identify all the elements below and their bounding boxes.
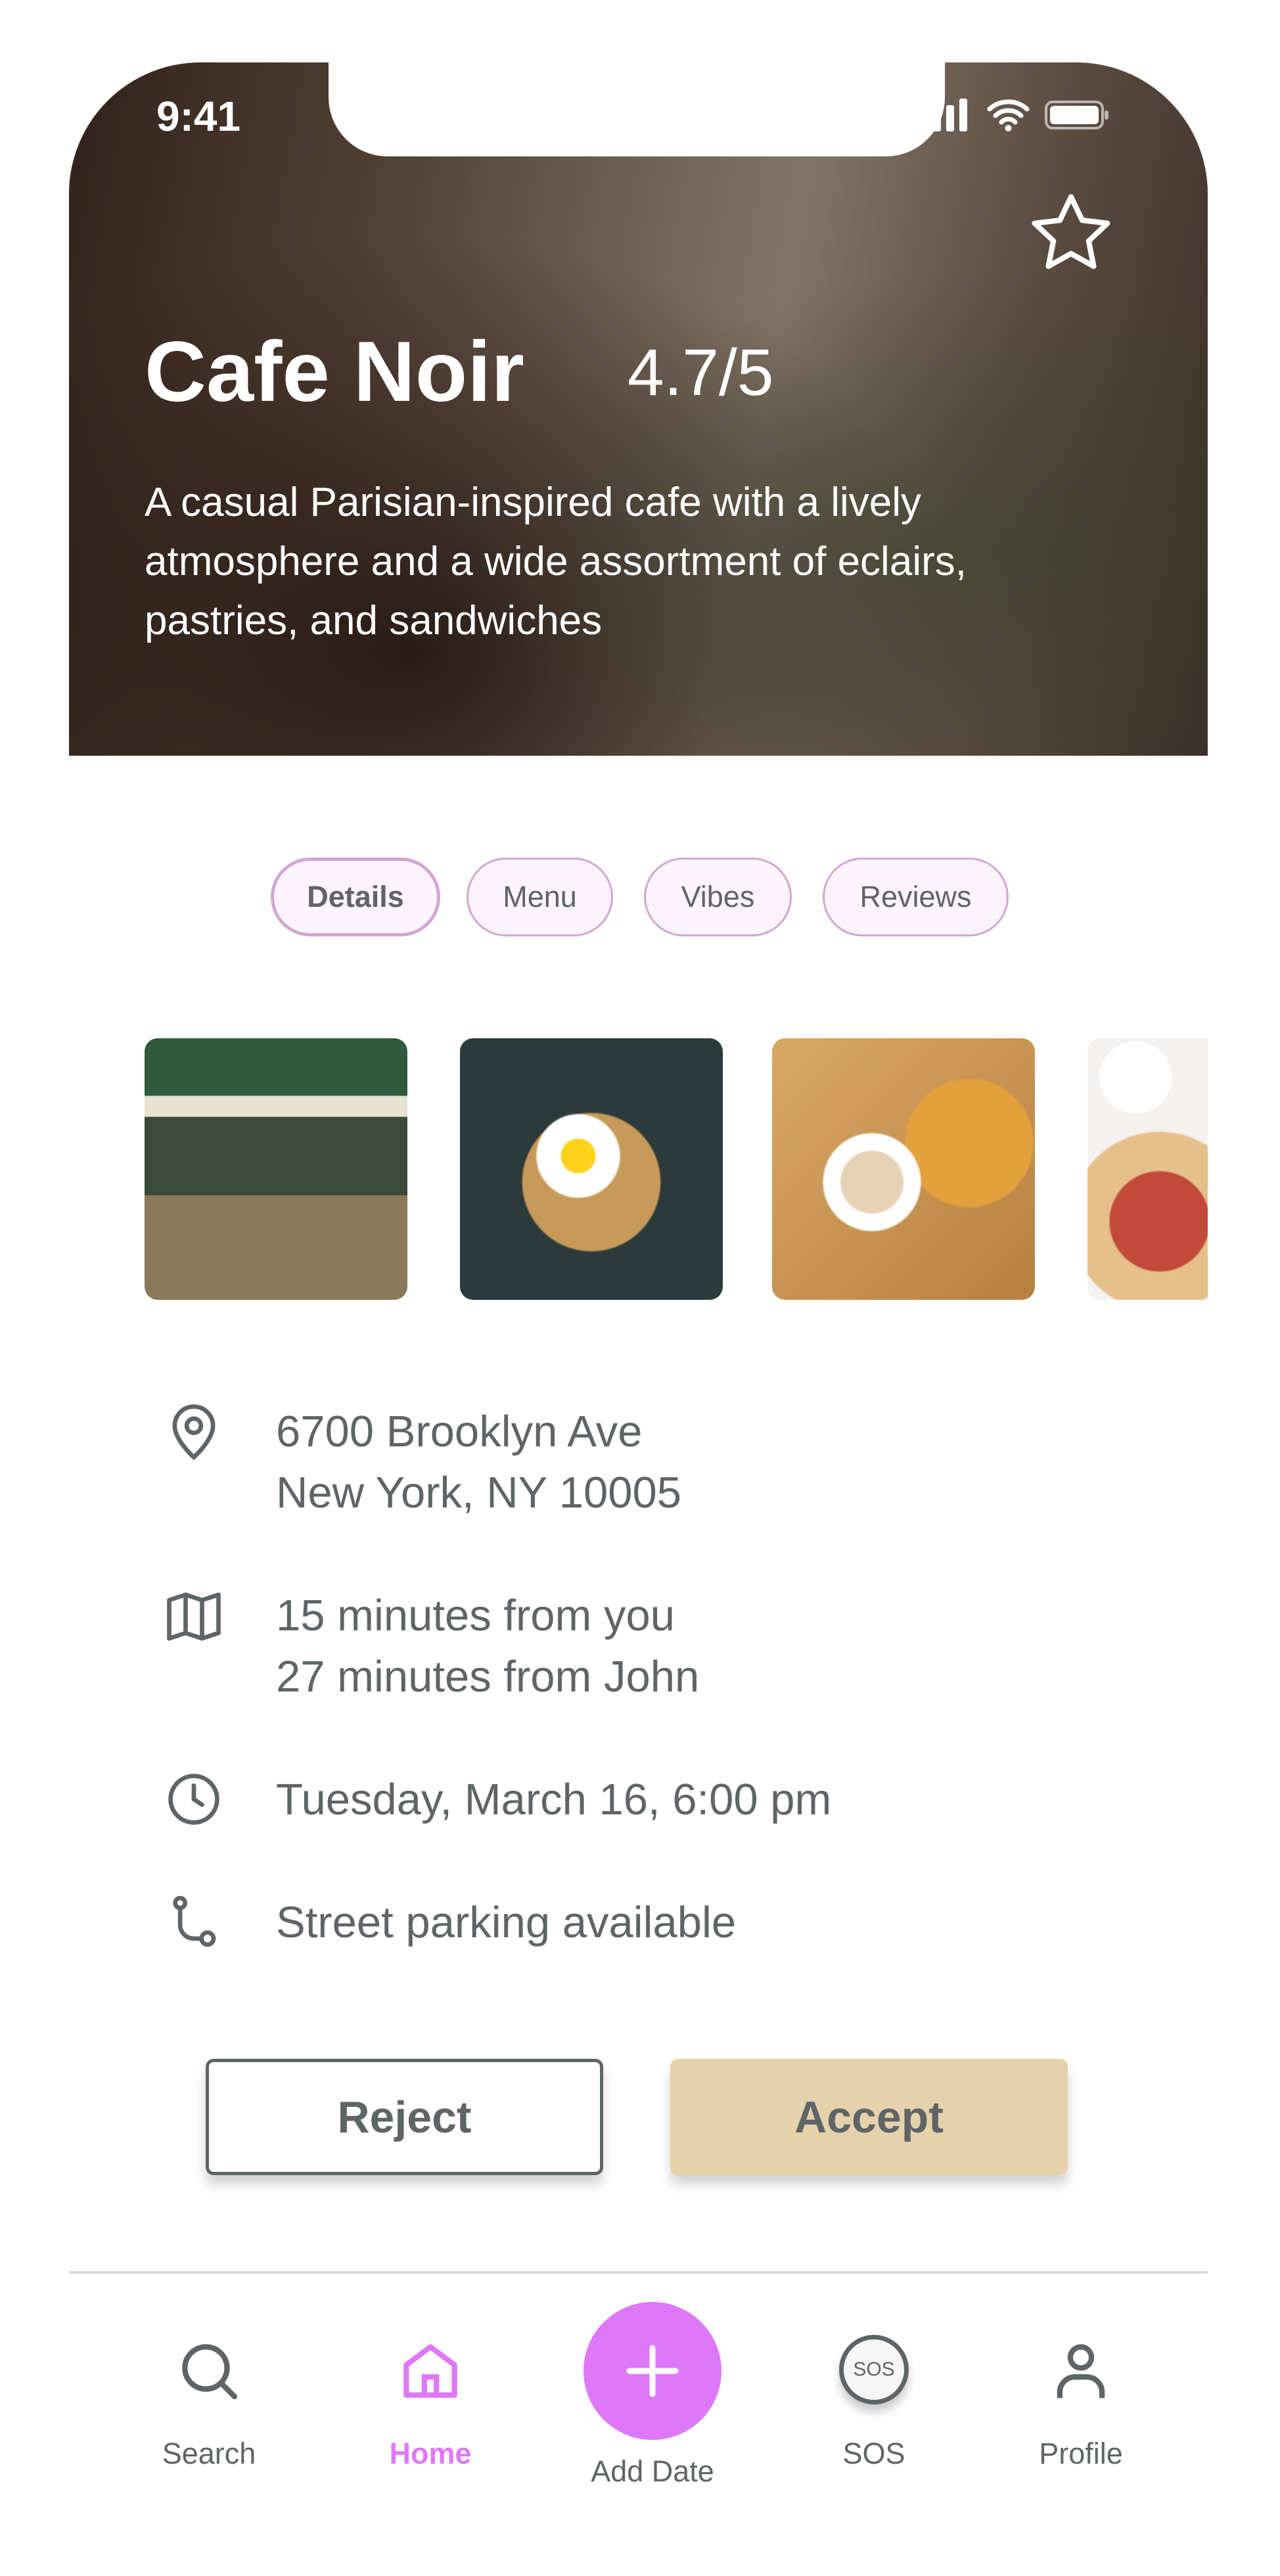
tab-menu[interactable]: Menu <box>467 858 613 936</box>
photo-coffee-pastries[interactable] <box>772 1038 1035 1300</box>
device-notch <box>329 53 945 156</box>
nav-sos-label[interactable]: SOS <box>789 2437 959 2471</box>
cafe-name: Cafe Noir <box>145 323 524 419</box>
tab-details[interactable]: Details <box>271 858 440 936</box>
photo-french-toast[interactable] <box>1087 1038 1208 1300</box>
cafe-description: A casual Parisian-inspired cafe with a l… <box>145 480 967 643</box>
tab-vibes[interactable]: Vibes <box>644 858 792 936</box>
address-line-2: New York, NY 10005 <box>276 1468 682 1517</box>
search-icon[interactable] <box>173 2335 245 2407</box>
nav-profile-label[interactable]: Profile <box>995 2437 1166 2471</box>
wifi-icon <box>987 99 1030 131</box>
sos-icon[interactable]: SOS <box>839 2335 909 2404</box>
status-time: 9:41 <box>156 93 241 140</box>
favorite-star-icon[interactable] <box>1025 187 1117 279</box>
signal-icon <box>920 99 967 131</box>
nav-divider <box>69 2271 1208 2274</box>
reject-button[interactable]: Reject <box>206 2059 603 2175</box>
status-icons <box>920 99 1110 131</box>
battery-icon <box>1045 101 1109 129</box>
route-icon <box>173 1896 216 1947</box>
plus-icon <box>626 2345 679 2397</box>
date-time: Tuesday, March 16, 6:00 pm <box>276 1775 832 1824</box>
profile-icon[interactable] <box>1045 2335 1117 2407</box>
accept-button[interactable]: Accept <box>670 2059 1068 2175</box>
distance-from-john: 27 minutes from John <box>276 1652 700 1701</box>
parking-info: Street parking available <box>276 1898 737 1947</box>
nav-search-label[interactable]: Search <box>124 2437 294 2471</box>
clock-icon <box>168 1774 219 1825</box>
address-line-1: 6700 Brooklyn Ave <box>276 1407 643 1456</box>
distance-from-you: 15 minutes from you <box>276 1591 675 1640</box>
home-icon[interactable] <box>394 2335 467 2407</box>
location-pin-icon <box>172 1404 216 1460</box>
photo-storefront[interactable] <box>145 1038 407 1300</box>
nav-add-date-label[interactable]: Add Date <box>567 2454 738 2489</box>
add-date-button[interactable] <box>583 2302 721 2440</box>
cafe-rating: 4.7/5 <box>628 336 774 409</box>
tab-reviews[interactable]: Reviews <box>823 858 1009 936</box>
nav-home-label[interactable]: Home <box>345 2437 516 2471</box>
photo-eggs-toast[interactable] <box>460 1038 723 1300</box>
map-icon <box>167 1592 221 1641</box>
